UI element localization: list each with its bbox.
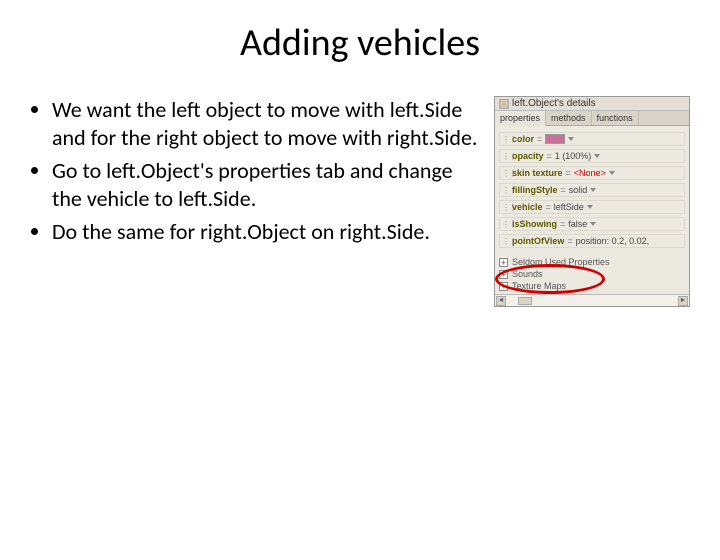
panel-header: left.Object's details <box>495 97 689 111</box>
color-swatch <box>545 134 565 144</box>
prop-label: color <box>512 134 534 144</box>
prop-value[interactable]: false <box>568 219 596 229</box>
tab-functions[interactable]: functions <box>592 111 639 125</box>
tab-properties[interactable]: properties <box>495 111 546 126</box>
drag-handle-icon: ⋮⋮ <box>502 237 509 246</box>
expand-label: Texture Maps <box>512 281 566 291</box>
prop-label: isShowing <box>512 219 557 229</box>
drag-handle-icon: ⋮⋮ <box>502 220 509 229</box>
equals-icon: = <box>567 236 572 246</box>
properties-list: ⋮⋮ color = ⋮⋮ opacity = 1 (100%) ⋮⋮ skin… <box>495 126 689 254</box>
panel-title: left.Object's details <box>512 98 596 109</box>
chevron-down-icon <box>590 188 596 192</box>
prop-value[interactable]: solid <box>569 185 597 195</box>
chevron-down-icon <box>590 222 596 226</box>
plus-icon: + <box>499 258 508 267</box>
bullet-item: Go to left.Object's properties tab and c… <box>52 157 484 212</box>
scroll-thumb[interactable] <box>518 297 532 305</box>
scroll-track[interactable] <box>506 297 678 305</box>
prop-opacity[interactable]: ⋮⋮ opacity = 1 (100%) <box>499 149 685 163</box>
expandable-section: + Seldom Used Properties + Sounds + Text… <box>495 254 689 294</box>
chevron-down-icon <box>594 154 600 158</box>
plus-icon: + <box>499 270 508 279</box>
chevron-down-icon <box>568 137 574 141</box>
chevron-down-icon <box>587 205 593 209</box>
details-panel: left.Object's details properties methods… <box>494 96 690 307</box>
drag-handle-icon: ⋮⋮ <box>502 203 509 212</box>
scroll-right-icon[interactable]: ► <box>678 296 688 306</box>
object-icon <box>499 99 509 109</box>
expand-seldom-used[interactable]: + Seldom Used Properties <box>499 256 685 268</box>
prop-label: skin texture <box>512 168 563 178</box>
chevron-down-icon <box>609 171 615 175</box>
prop-is-showing[interactable]: ⋮⋮ isShowing = false <box>499 217 685 231</box>
expand-label: Seldom Used Properties <box>512 257 610 267</box>
slide-title: Adding vehicles <box>0 20 720 66</box>
equals-icon: = <box>566 168 571 178</box>
prop-point-of-view[interactable]: ⋮⋮ pointOfView = position: 0.2, 0.02, <box>499 234 685 248</box>
horizontal-scrollbar[interactable]: ◄ ► <box>495 294 689 306</box>
equals-icon: = <box>547 151 552 161</box>
bullet-item: Do the same for right.Object on right.Si… <box>52 218 484 246</box>
bullet-item: We want the left object to move with lef… <box>52 96 484 151</box>
prop-label: opacity <box>512 151 544 161</box>
scroll-left-icon[interactable]: ◄ <box>496 296 506 306</box>
prop-skin-texture[interactable]: ⋮⋮ skin texture = <None> <box>499 166 685 180</box>
prop-value[interactable]: position: 0.2, 0.02, <box>576 236 650 246</box>
expand-texture-maps[interactable]: + Texture Maps <box>499 280 685 292</box>
tab-methods[interactable]: methods <box>546 111 592 125</box>
drag-handle-icon: ⋮⋮ <box>502 135 509 144</box>
expand-label: Sounds <box>512 269 543 279</box>
expand-sounds[interactable]: + Sounds <box>499 268 685 280</box>
prop-color[interactable]: ⋮⋮ color = <box>499 132 685 146</box>
prop-value[interactable] <box>545 134 574 144</box>
prop-label: vehicle <box>512 202 543 212</box>
prop-value[interactable]: <None> <box>574 168 615 178</box>
prop-label: pointOfView <box>512 236 564 246</box>
bullet-list: We want the left object to move with lef… <box>30 96 494 307</box>
equals-icon: = <box>546 202 551 212</box>
prop-vehicle[interactable]: ⋮⋮ vehicle = leftSide <box>499 200 685 214</box>
prop-value[interactable]: 1 (100%) <box>555 151 601 161</box>
prop-filling-style[interactable]: ⋮⋮ fillingStyle = solid <box>499 183 685 197</box>
drag-handle-icon: ⋮⋮ <box>502 152 509 161</box>
plus-icon: + <box>499 282 508 291</box>
prop-value[interactable]: leftSide <box>554 202 593 212</box>
equals-icon: = <box>537 134 542 144</box>
tabs-bar: properties methods functions <box>495 111 689 126</box>
prop-label: fillingStyle <box>512 185 558 195</box>
drag-handle-icon: ⋮⋮ <box>502 186 509 195</box>
slide-content: We want the left object to move with lef… <box>0 96 720 307</box>
equals-icon: = <box>561 185 566 195</box>
equals-icon: = <box>560 219 565 229</box>
drag-handle-icon: ⋮⋮ <box>502 169 509 178</box>
